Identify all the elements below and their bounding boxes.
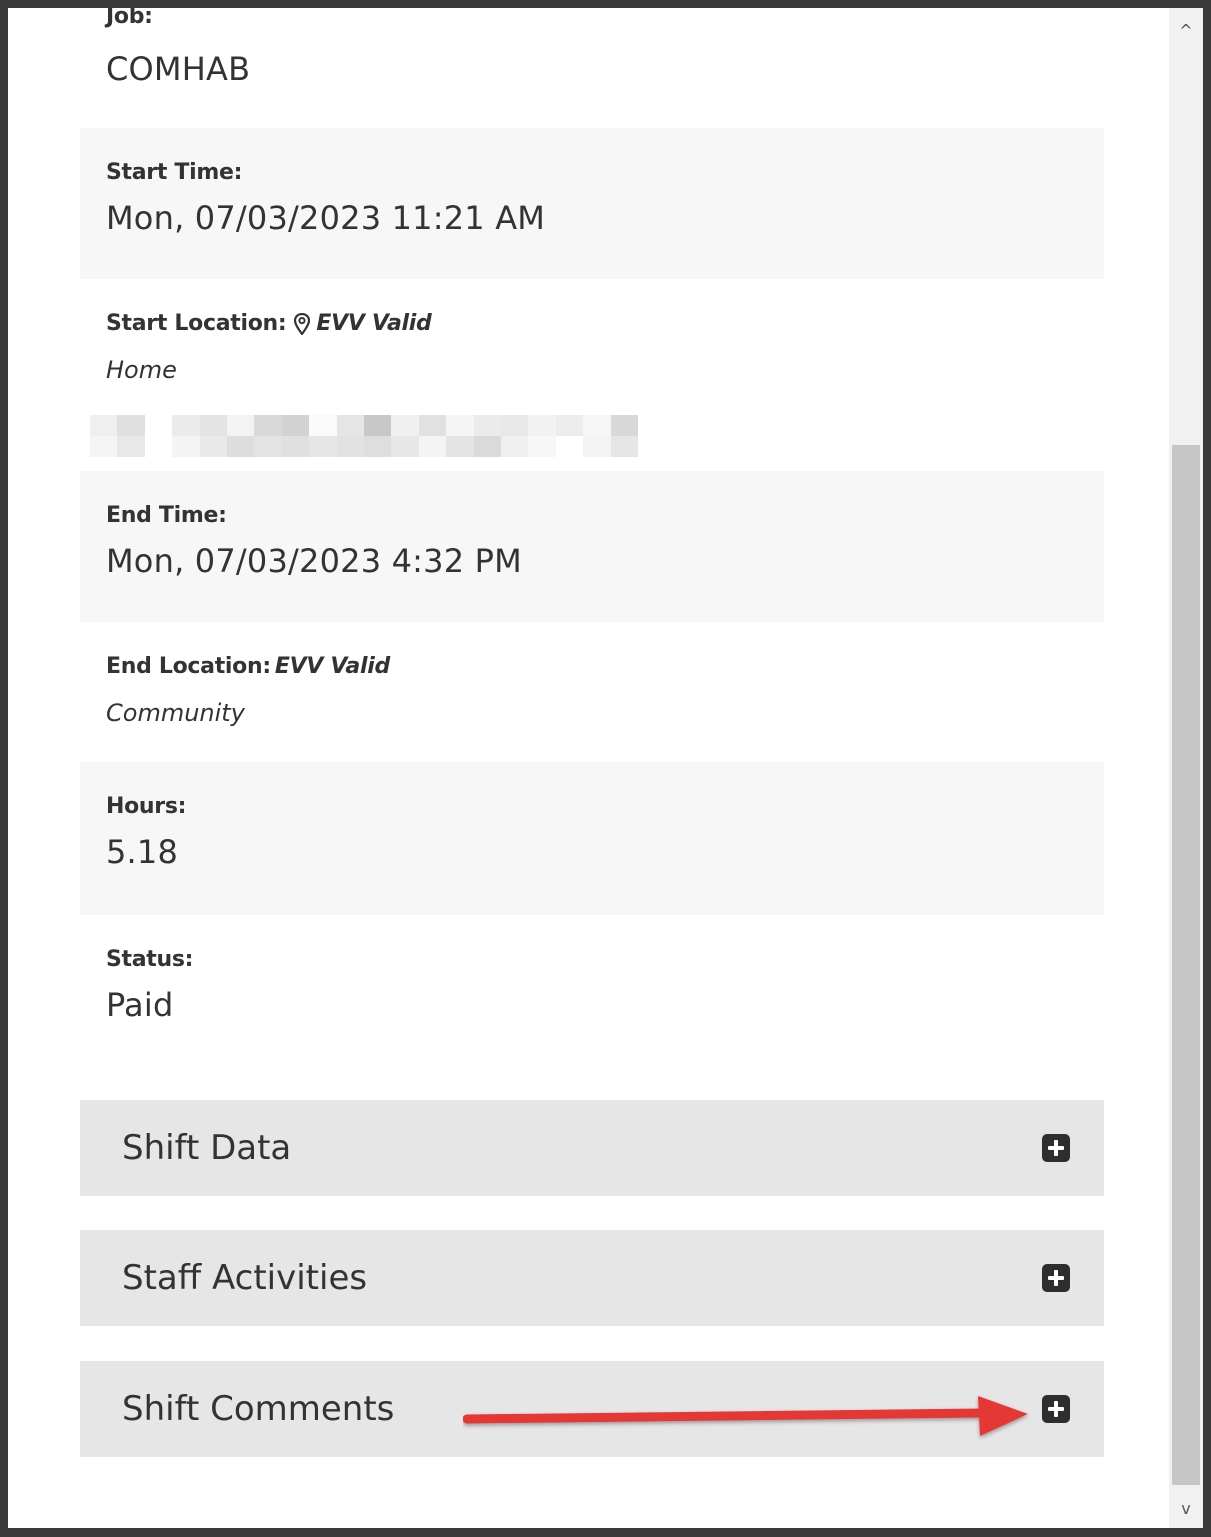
plus-square-icon[interactable] [1042, 1395, 1070, 1423]
start-location-label-row: Start Location: EVV Valid [106, 311, 1104, 336]
scroll-up-icon[interactable]: ^ [1169, 14, 1203, 48]
end-location-place: Community [106, 699, 245, 727]
start-time-label: Start Time: [106, 160, 243, 185]
end-time-label: End Time: [106, 503, 227, 528]
end-time-field: End Time: Mon, 07/03/2023 4:32 PM [80, 471, 1104, 622]
shift-details-modal: Job: COMHAB Start Time: Mon, 07/03/2023 … [8, 8, 1203, 1528]
start-time-field: Start Time: Mon, 07/03/2023 11:21 AM [80, 128, 1104, 279]
start-location-label: Start Location: [106, 311, 287, 336]
status-field: Status: Paid [80, 915, 1104, 1065]
job-label: Job: [106, 8, 153, 29]
map-pin-icon [294, 312, 311, 335]
hours-label: Hours: [106, 794, 187, 819]
end-location-field: End Location: EVV Valid Community [80, 622, 1104, 762]
accordion-shift-data[interactable]: Shift Data [80, 1100, 1104, 1196]
annotation-arrow-icon [463, 1396, 1028, 1436]
start-location-evv-status: EVV Valid [316, 311, 432, 336]
scrollbar-thumb[interactable] [1172, 445, 1200, 1485]
job-field: Job: COMHAB [80, 8, 1104, 132]
accordion-staff-activities[interactable]: Staff Activities [80, 1230, 1104, 1326]
status-value: Paid [106, 986, 174, 1024]
redacted-address [90, 415, 638, 457]
plus-square-icon[interactable] [1042, 1134, 1070, 1162]
end-location-evv-status: EVV Valid [274, 654, 390, 679]
plus-square-icon[interactable] [1042, 1264, 1070, 1292]
start-location-place: Home [106, 356, 177, 384]
end-location-label: End Location: [106, 654, 271, 679]
hours-field: Hours: 5.18 [80, 762, 1104, 915]
end-location-label-row: End Location: EVV Valid [106, 654, 1104, 679]
vertical-scrollbar[interactable]: ^ v [1169, 8, 1203, 1528]
end-time-value: Mon, 07/03/2023 4:32 PM [106, 542, 522, 580]
start-time-value: Mon, 07/03/2023 11:21 AM [106, 199, 546, 237]
hours-value: 5.18 [106, 833, 179, 871]
job-value: COMHAB [106, 50, 251, 88]
scroll-down-icon[interactable]: v [1169, 1492, 1203, 1526]
accordion-shift-data-title: Shift Data [122, 1128, 292, 1168]
status-label: Status: [106, 947, 194, 972]
accordion-staff-activities-title: Staff Activities [122, 1258, 368, 1298]
